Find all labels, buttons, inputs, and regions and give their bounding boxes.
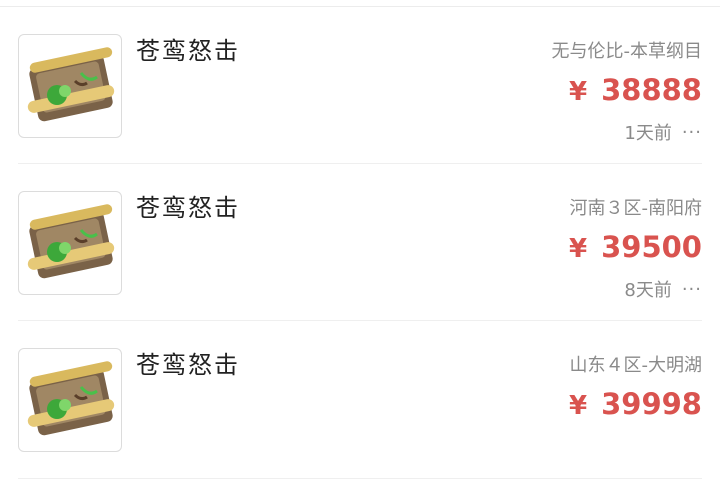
price-value: 39998 [601, 387, 702, 421]
price: ¥39500 [569, 230, 702, 264]
currency-symbol: ¥ [569, 77, 588, 107]
listing-item[interactable]: 苍鸾怒击 无与伦比-本草纲目 ¥38888 1天前 ··· [0, 7, 720, 164]
price: ¥38888 [569, 73, 702, 107]
currency-symbol: ¥ [569, 391, 588, 421]
price: ¥39998 [569, 387, 702, 421]
ellipsis-icon[interactable]: ··· [682, 279, 702, 300]
price-value: 38888 [601, 73, 702, 107]
listing-item[interactable]: 苍鸾怒击 河南３区-南阳府 ¥39500 8天前 ··· [0, 164, 720, 321]
price-value: 39500 [601, 230, 702, 264]
time-ago: 8天前 [624, 280, 672, 301]
currency-symbol: ¥ [569, 234, 588, 264]
item-name: 苍鸾怒击 [136, 351, 240, 379]
item-name: 苍鸾怒击 [136, 194, 240, 222]
scroll-icon [27, 204, 115, 279]
listing-meta: 8天前 ··· [624, 276, 702, 302]
item-thumbnail-scroll[interactable] [18, 348, 122, 452]
server-name: 无与伦比-本草纲目 [551, 41, 703, 62]
divider [18, 478, 702, 479]
item-name: 苍鸾怒击 [136, 37, 240, 65]
listing-item[interactable]: 苍鸾怒击 山东４区-大明湖 ¥39998 [0, 321, 720, 478]
ellipsis-icon[interactable]: ··· [682, 122, 702, 143]
scroll-icon [27, 361, 115, 436]
listing-meta: 1天前 ··· [624, 119, 702, 145]
scroll-icon [27, 47, 115, 122]
server-name: 河南３区-南阳府 [569, 198, 703, 219]
server-name: 山东４区-大明湖 [569, 355, 703, 376]
item-thumbnail-scroll[interactable] [18, 34, 122, 138]
item-thumbnail-scroll[interactable] [18, 191, 122, 295]
time-ago: 1天前 [624, 123, 672, 144]
